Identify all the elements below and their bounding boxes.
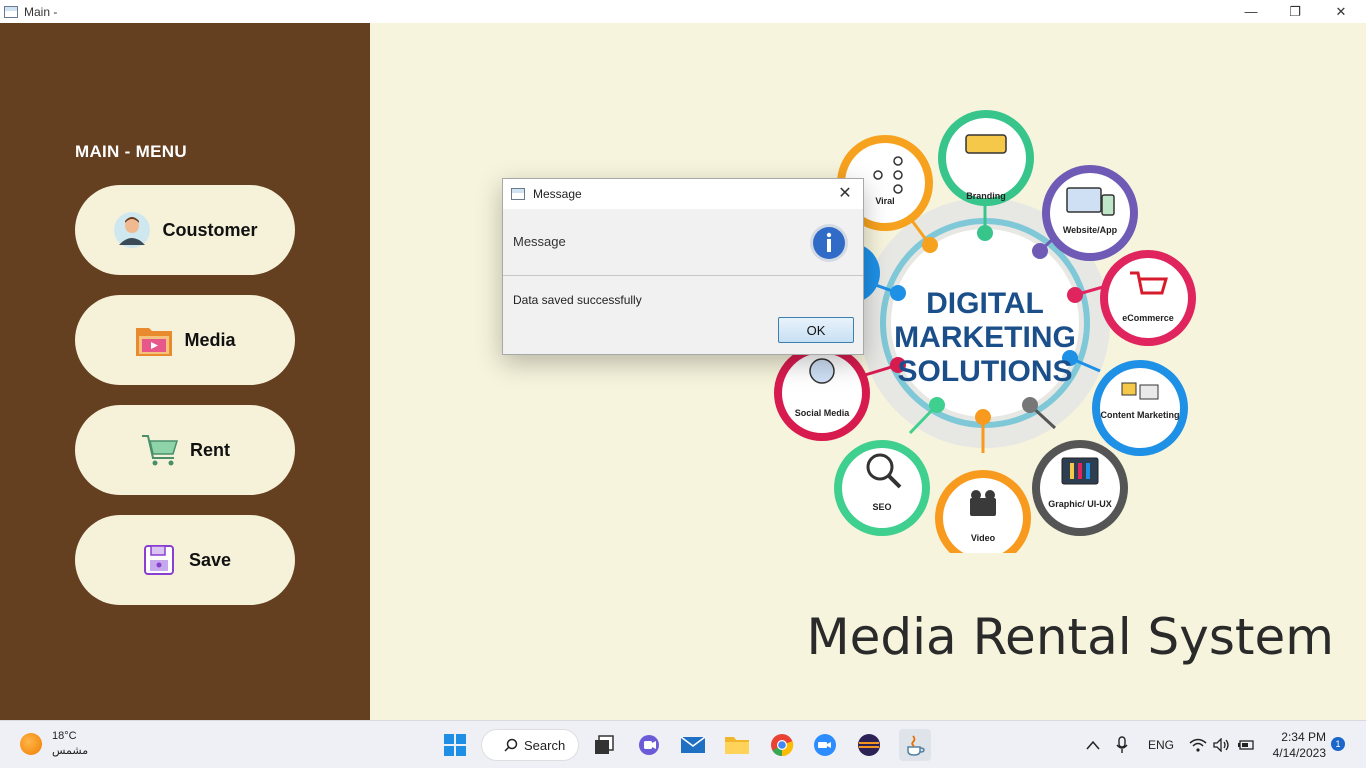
infographic-center-line-1: DIGITAL <box>926 287 1044 320</box>
node-video: Video <box>935 470 1031 553</box>
battery-button[interactable] <box>1237 721 1255 769</box>
speaker-icon <box>1213 738 1229 752</box>
customer-button[interactable]: Coustomer <box>75 185 295 275</box>
dialog-message: Data saved successfully <box>513 293 642 307</box>
dialog-header: Message <box>503 209 863 276</box>
weather-desc: مشمس <box>52 745 89 757</box>
taskbar: 18°C مشمس Search ENG 2:34 PM 4/14/2023 1 <box>0 720 1366 768</box>
search-label: Search <box>524 737 566 753</box>
language-indicator[interactable]: ENG <box>1148 721 1174 769</box>
node-ecommerce: eCommerce <box>1100 250 1196 346</box>
clock-date: 4/14/2023 <box>1272 746 1326 760</box>
clock-time: 2:34 PM <box>1281 730 1326 744</box>
dialog-close-button[interactable]: ✕ <box>835 184 855 204</box>
volume-button[interactable] <box>1213 721 1231 769</box>
shopping-cart-icon <box>140 430 180 470</box>
save-disk-icon <box>139 540 179 580</box>
save-button-label: Save <box>188 549 232 570</box>
infographic-center-line-2: MARKETING <box>894 321 1076 354</box>
media-folder-icon <box>134 320 174 360</box>
eclipse-button[interactable] <box>855 731 883 759</box>
close-window-button[interactable]: ✕ <box>1318 0 1364 23</box>
dialog-header-text: Message <box>513 234 566 249</box>
task-view-icon <box>595 735 614 754</box>
save-button[interactable]: Save <box>75 515 295 605</box>
main-content: DIGITAL MARKETING SOLUTIONS Branding Web… <box>370 23 1366 720</box>
dialog-titlebar: Message ✕ <box>503 179 863 209</box>
chrome-button[interactable] <box>768 731 796 759</box>
taskbar-clock[interactable]: 2:34 PM 4/14/2023 <box>1262 729 1326 761</box>
start-button[interactable] <box>441 731 469 759</box>
node-social-media-label: Social Media <box>795 408 851 418</box>
windows-logo-icon <box>444 734 466 756</box>
node-viral-label: Viral <box>875 196 894 206</box>
microphone-button[interactable] <box>1116 721 1128 769</box>
customer-button-label: Coustomer <box>162 219 258 240</box>
node-ecommerce-label: eCommerce <box>1122 313 1174 323</box>
java-icon <box>907 735 925 756</box>
weather-widget[interactable]: 18°C مشمس <box>20 729 88 759</box>
zoom-button[interactable] <box>811 731 839 759</box>
dialog-window-icon <box>511 188 525 200</box>
dialog-body: Data saved successfully OK <box>503 276 863 354</box>
wifi-button[interactable] <box>1189 721 1207 769</box>
microphone-icon <box>1116 736 1128 753</box>
sun-icon <box>20 733 42 755</box>
zoom-icon <box>814 734 836 756</box>
rent-button-label: Rent <box>190 439 230 460</box>
node-website-app-label: Website/App <box>1063 225 1118 235</box>
file-explorer-button[interactable] <box>723 731 751 759</box>
chevron-up-icon <box>1086 740 1100 750</box>
ok-button[interactable]: OK <box>778 317 854 343</box>
message-dialog: Message ✕ Message Data saved successfull… <box>502 178 864 355</box>
node-website-app: Website/App <box>1042 165 1138 261</box>
sidebar: MAIN - MENU Coustomer Media Rent Save <box>0 23 370 720</box>
mail-icon <box>680 736 706 753</box>
battery-icon <box>1238 740 1254 750</box>
notification-badge[interactable]: 1 <box>1331 737 1345 751</box>
tray-chevron[interactable] <box>1086 721 1100 769</box>
node-branding: Branding <box>938 110 1034 206</box>
node-content-marketing-label: Content Marketing <box>1100 410 1179 420</box>
media-button-label: Media <box>184 329 236 350</box>
rent-button[interactable]: Rent <box>75 405 295 495</box>
node-graphic-ui-ux: Graphic/ UI-UX <box>1032 440 1128 536</box>
chat-icon <box>639 735 659 755</box>
dialog-title: Message <box>533 187 582 201</box>
node-video-label: Video <box>971 533 996 543</box>
window-titlebar: Main - — ❐ ✕ <box>0 0 1366 23</box>
mail-app-button[interactable] <box>679 731 707 759</box>
java-app-button[interactable] <box>899 729 931 761</box>
folder-icon <box>725 737 749 754</box>
app-window-icon <box>4 5 18 18</box>
search-icon <box>504 738 518 752</box>
node-content-marketing: Content Marketing <box>1092 360 1188 456</box>
eclipse-icon <box>858 734 880 756</box>
node-graphic-ui-ux-label: Graphic/ UI-UX <box>1048 499 1112 509</box>
node-seo: SEO <box>834 440 930 536</box>
info-icon <box>810 224 848 262</box>
infographic-center-line-3: SOLUTIONS <box>897 355 1072 388</box>
window-title: Main - <box>24 4 58 19</box>
customer-avatar-icon <box>112 210 152 250</box>
chat-app-button[interactable] <box>635 731 663 759</box>
node-branding-label: Branding <box>966 191 1006 201</box>
system-title: Media Rental System <box>806 608 1335 666</box>
menu-heading: MAIN - MENU <box>75 142 187 161</box>
chrome-icon <box>771 734 794 757</box>
maximize-button[interactable]: ❐ <box>1272 0 1318 23</box>
taskbar-search[interactable]: Search <box>481 729 579 761</box>
task-view-button[interactable] <box>590 731 618 759</box>
wifi-icon <box>1189 738 1207 752</box>
weather-temp: 18°C <box>52 730 77 742</box>
minimize-button[interactable]: — <box>1228 0 1274 23</box>
node-social-media: Social Media <box>774 345 870 441</box>
media-button[interactable]: Media <box>75 295 295 385</box>
node-seo-label: SEO <box>872 502 891 512</box>
